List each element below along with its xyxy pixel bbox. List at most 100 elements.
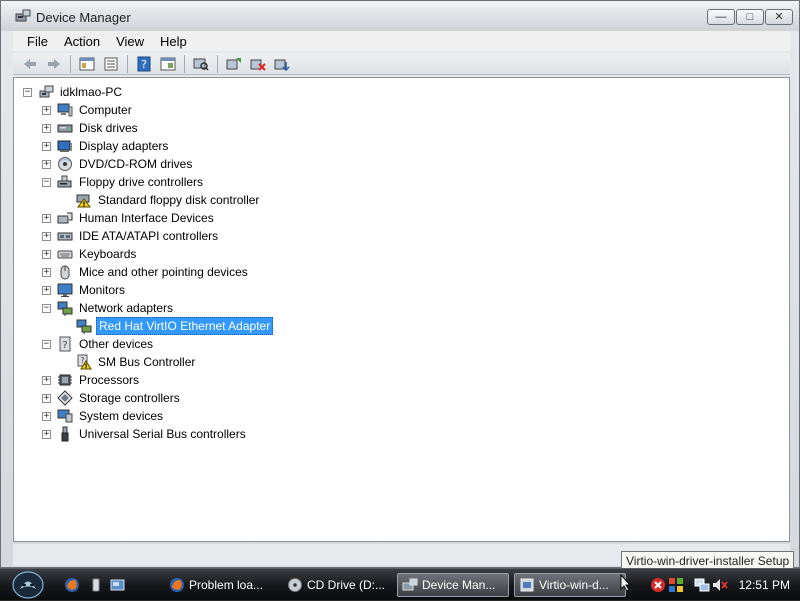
- maximize-button[interactable]: □: [736, 9, 764, 25]
- start-button[interactable]: [8, 569, 48, 601]
- tree-expander[interactable]: +: [42, 375, 51, 385]
- tree-category-computer[interactable]: + Computer: [42, 101, 134, 119]
- show-desktop-icon[interactable]: [88, 577, 104, 593]
- switch-windows-icon[interactable]: [110, 577, 126, 593]
- menu-action[interactable]: Action: [56, 34, 108, 49]
- system-tray: 12:51 PM: [648, 569, 800, 601]
- taskbar-item-firefox[interactable]: Problem loa...: [165, 573, 277, 597]
- tree-node-label: Red Hat VirtIO Ethernet Adapter: [96, 317, 274, 335]
- tree-expander[interactable]: +: [42, 141, 51, 151]
- computer-icon: [57, 102, 73, 118]
- tree-node-label: Mice and other pointing devices: [79, 265, 248, 279]
- view-icon[interactable]: [157, 54, 179, 74]
- tree-expander[interactable]: +: [42, 411, 51, 421]
- menu-view[interactable]: View: [108, 34, 152, 49]
- processor-icon: [57, 372, 73, 388]
- taskbar-item-device-manager[interactable]: Device Man...: [397, 573, 509, 597]
- tree-root[interactable]: − idklmao-PC: [23, 83, 124, 101]
- tree-expander[interactable]: +: [42, 285, 51, 295]
- close-button[interactable]: ✕: [765, 9, 793, 25]
- forward-icon[interactable]: [43, 54, 65, 74]
- tree-expander[interactable]: +: [42, 231, 51, 241]
- keyboard-icon: [57, 246, 73, 262]
- properties-pane-icon[interactable]: [76, 54, 98, 74]
- tree-category-other-devices[interactable]: −? Other devices: [42, 335, 155, 353]
- svg-text:?: ?: [141, 58, 147, 71]
- uninstall-icon[interactable]: [247, 54, 269, 74]
- tree-expander[interactable]: −: [42, 339, 51, 349]
- tree-category-monitors[interactable]: + Monitors: [42, 281, 127, 299]
- clock[interactable]: 12:51 PM: [739, 578, 790, 592]
- taskbar: Problem loa... CD Drive (D:... Device Ma…: [0, 568, 800, 600]
- toolbar-separator: [217, 54, 218, 73]
- tree-node-label: DVD/CD-ROM drives: [79, 157, 193, 171]
- tree-expander[interactable]: −: [42, 177, 51, 187]
- tree-expander[interactable]: +: [42, 213, 51, 223]
- tree-category-disk-drives[interactable]: + Disk drives: [42, 119, 140, 137]
- disable-icon[interactable]: [271, 54, 293, 74]
- tree-node-label: Other devices: [79, 337, 154, 351]
- tree-category-processors[interactable]: + Processors: [42, 371, 141, 389]
- tree-category-keyboards[interactable]: + Keyboards: [42, 245, 138, 263]
- tree-category-system-devices[interactable]: + System devices: [42, 407, 165, 425]
- tree-expander[interactable]: +: [42, 105, 51, 115]
- tree-category-human-interface-devices[interactable]: + Human Interface Devices: [42, 209, 216, 227]
- tree-device-sm-bus-controller[interactable]: ? SM Bus Controller: [76, 353, 197, 371]
- tree-node-label: Disk drives: [79, 121, 138, 135]
- help-icon[interactable]: ?: [133, 54, 155, 74]
- tree-expander[interactable]: −: [42, 303, 51, 313]
- firefox-icon[interactable]: [64, 577, 80, 593]
- tree-category-ide-ata-atapi-controllers[interactable]: + IDE ATA/ATAPI controllers: [42, 227, 220, 245]
- tree-expander[interactable]: +: [42, 429, 51, 439]
- tree-expander[interactable]: −: [23, 87, 32, 97]
- tree-category-mice-and-other-pointing-devices[interactable]: + Mice and other pointing devices: [42, 263, 250, 281]
- security-center-icon[interactable]: [668, 577, 684, 593]
- dvd-drive-icon: [57, 156, 73, 172]
- menu-file[interactable]: File: [19, 34, 56, 49]
- device-manager-icon: [402, 577, 418, 593]
- menu-help[interactable]: Help: [152, 34, 195, 49]
- tree-expander[interactable]: +: [42, 267, 51, 277]
- tree-category-display-adapters[interactable]: + Display adapters: [42, 137, 170, 155]
- tree-category-storage-controllers[interactable]: + Storage controllers: [42, 389, 182, 407]
- tree-node-label: Universal Serial Bus controllers: [79, 427, 246, 441]
- tree-device-standard-floppy-disk-controller[interactable]: Standard floppy disk controller: [76, 191, 261, 209]
- tree-category-dvd-cd-rom-drives[interactable]: + DVD/CD-ROM drives: [42, 155, 194, 173]
- error-icon[interactable]: [650, 577, 666, 593]
- floppy-warning-icon: [76, 192, 92, 208]
- tree-expander[interactable]: +: [42, 393, 51, 403]
- usb-icon: [57, 426, 73, 442]
- network-icon[interactable]: [694, 577, 710, 593]
- minimize-button[interactable]: —: [707, 9, 735, 25]
- hid-icon: [57, 210, 73, 226]
- tree-category-universal-serial-bus-controllers[interactable]: + Universal Serial Bus controllers: [42, 425, 248, 443]
- tree-node-label: idklmao-PC: [60, 85, 123, 99]
- cd-drive-icon: [287, 577, 303, 593]
- storage-controller-icon: [57, 390, 73, 406]
- tree-node-label: SM Bus Controller: [98, 355, 196, 369]
- root-computer-icon: [38, 84, 54, 100]
- mouse-icon: [57, 264, 73, 280]
- svg-text:?: ?: [62, 340, 67, 351]
- properties-icon[interactable]: [100, 54, 122, 74]
- tree-expander[interactable]: +: [42, 159, 51, 169]
- tree-category-network-adapters[interactable]: − Network adapters: [42, 299, 175, 317]
- back-icon[interactable]: [19, 54, 41, 74]
- volume-muted-icon[interactable]: [712, 577, 728, 593]
- taskbar-item-cd-drive[interactable]: CD Drive (D:...: [283, 573, 395, 597]
- floppy-controller-icon: [57, 174, 73, 190]
- other-devices-icon: ?: [57, 336, 73, 352]
- tree-expander[interactable]: +: [42, 249, 51, 259]
- unknown-device-warning-icon: ?: [76, 354, 92, 370]
- tree-expander[interactable]: +: [42, 123, 51, 133]
- title-bar[interactable]: Device Manager — □ ✕: [1, 1, 799, 31]
- tree-node-label: Monitors: [79, 283, 126, 297]
- menu-bar: File Action View Help: [13, 31, 790, 51]
- update-driver-icon[interactable]: [223, 54, 245, 74]
- device-tree-panel[interactable]: − idklmao-PC + Computer + Disk drives + Display…: [13, 77, 790, 542]
- taskbar-item-virtio-installer[interactable]: Virtio-win-d...: [514, 573, 626, 597]
- tree-device-red-hat-virtio-ethernet-adapter[interactable]: Red Hat VirtIO Ethernet Adapter: [76, 317, 274, 335]
- scan-hardware-icon[interactable]: [190, 54, 212, 74]
- tree-category-floppy-drive-controllers[interactable]: − Floppy drive controllers: [42, 173, 205, 191]
- tree-node-label: Network adapters: [79, 301, 174, 315]
